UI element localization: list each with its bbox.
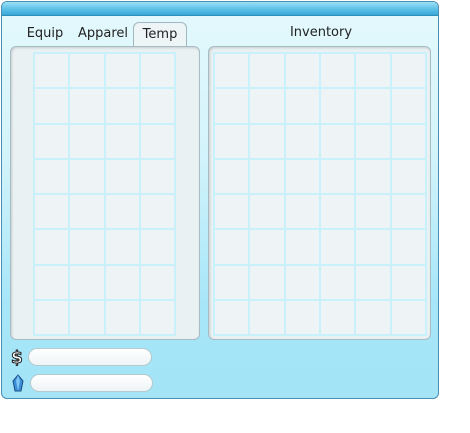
temp-slot[interactable] [68,122,106,160]
temp-slot[interactable] [33,87,71,125]
inventory-slot[interactable] [318,87,357,125]
temp-slot[interactable] [103,157,141,195]
crystal-field [30,374,153,392]
svg-text:$: $ [11,348,23,366]
money-field [28,348,152,366]
temp-slot[interactable] [68,263,106,301]
temp-slot[interactable] [138,298,176,336]
inventory-slot[interactable] [389,122,427,160]
tab-equip[interactable]: Equip [20,22,70,46]
inventory-slot[interactable] [389,298,427,336]
inventory-grid [213,52,427,336]
inventory-slot[interactable] [354,122,392,160]
inventory-slot[interactable] [283,157,321,195]
temp-slot[interactable] [33,122,71,160]
temp-slot[interactable] [103,298,141,336]
temp-slot[interactable] [68,87,106,125]
inventory-slot[interactable] [354,52,392,90]
inventory-slot[interactable] [283,298,321,336]
inventory-slot[interactable] [248,228,286,266]
temp-slot[interactable] [103,87,141,125]
temp-slot[interactable] [103,193,141,231]
inventory-slot[interactable] [248,298,286,336]
inventory-slot[interactable] [248,122,286,160]
inventory-slot[interactable] [389,193,427,231]
temp-slot[interactable] [33,228,71,266]
temp-slot[interactable] [103,263,141,301]
inventory-slot[interactable] [283,52,321,90]
temp-slot[interactable] [68,298,106,336]
temp-slot[interactable] [103,52,141,90]
inventory-slot[interactable] [248,87,286,125]
inventory-slot[interactable] [354,228,392,266]
inventory-slot[interactable] [213,298,251,336]
inventory-slot[interactable] [354,157,392,195]
inventory-slot[interactable] [213,122,251,160]
dollar-icon: $ [10,348,26,369]
inventory-slot[interactable] [389,87,427,125]
temp-slot[interactable] [138,122,176,160]
temp-slot[interactable] [138,228,176,266]
inventory-slot[interactable] [213,193,251,231]
temp-slot[interactable] [68,52,106,90]
temp-slot[interactable] [138,263,176,301]
inventory-slot[interactable] [283,193,321,231]
inventory-slot[interactable] [248,52,286,90]
inventory-slot[interactable] [318,298,357,336]
inventory-slot[interactable] [283,263,321,301]
inventory-slot[interactable] [248,263,286,301]
inventory-slot[interactable] [283,122,321,160]
temp-grid [33,52,176,336]
temp-slot[interactable] [33,52,71,90]
temp-slot[interactable] [138,193,176,231]
tab-apparel[interactable]: Apparel [74,22,132,46]
temp-slot[interactable] [33,157,71,195]
temp-slot[interactable] [33,298,71,336]
inventory-slot[interactable] [283,87,321,125]
temp-slot[interactable] [68,193,106,231]
inventory-slot[interactable] [283,228,321,266]
inventory-slot[interactable] [354,298,392,336]
temp-slot[interactable] [68,228,106,266]
inventory-slot[interactable] [213,228,251,266]
temp-slot[interactable] [138,157,176,195]
temp-slot[interactable] [138,87,176,125]
inventory-slot[interactable] [389,263,427,301]
inventory-slot[interactable] [318,263,357,301]
inventory-slot[interactable] [213,157,251,195]
inventory-slot[interactable] [248,193,286,231]
inventory-window: Equip Apparel Temp Inventory $ [1,1,439,399]
crystal-icon [10,374,26,392]
inventory-slot[interactable] [213,263,251,301]
temp-slot[interactable] [103,122,141,160]
temp-slot[interactable] [138,52,176,90]
inventory-slot[interactable] [318,157,357,195]
inventory-slot[interactable] [354,87,392,125]
inventory-slot[interactable] [318,122,357,160]
inventory-slot[interactable] [318,52,357,90]
inventory-slot[interactable] [318,228,357,266]
inventory-slot[interactable] [248,157,286,195]
inventory-slot[interactable] [213,52,251,90]
inventory-slot[interactable] [354,263,392,301]
inventory-slot[interactable] [354,193,392,231]
title-bar[interactable] [2,2,438,16]
inventory-slot[interactable] [389,157,427,195]
temp-slot[interactable] [103,228,141,266]
inventory-slot[interactable] [318,193,357,231]
inventory-slot[interactable] [389,52,427,90]
inventory-slot[interactable] [213,87,251,125]
inventory-title: Inventory [289,25,353,40]
inventory-slot[interactable] [389,228,427,266]
temp-slot[interactable] [33,263,71,301]
temp-slot[interactable] [33,193,71,231]
temp-slot[interactable] [68,157,106,195]
